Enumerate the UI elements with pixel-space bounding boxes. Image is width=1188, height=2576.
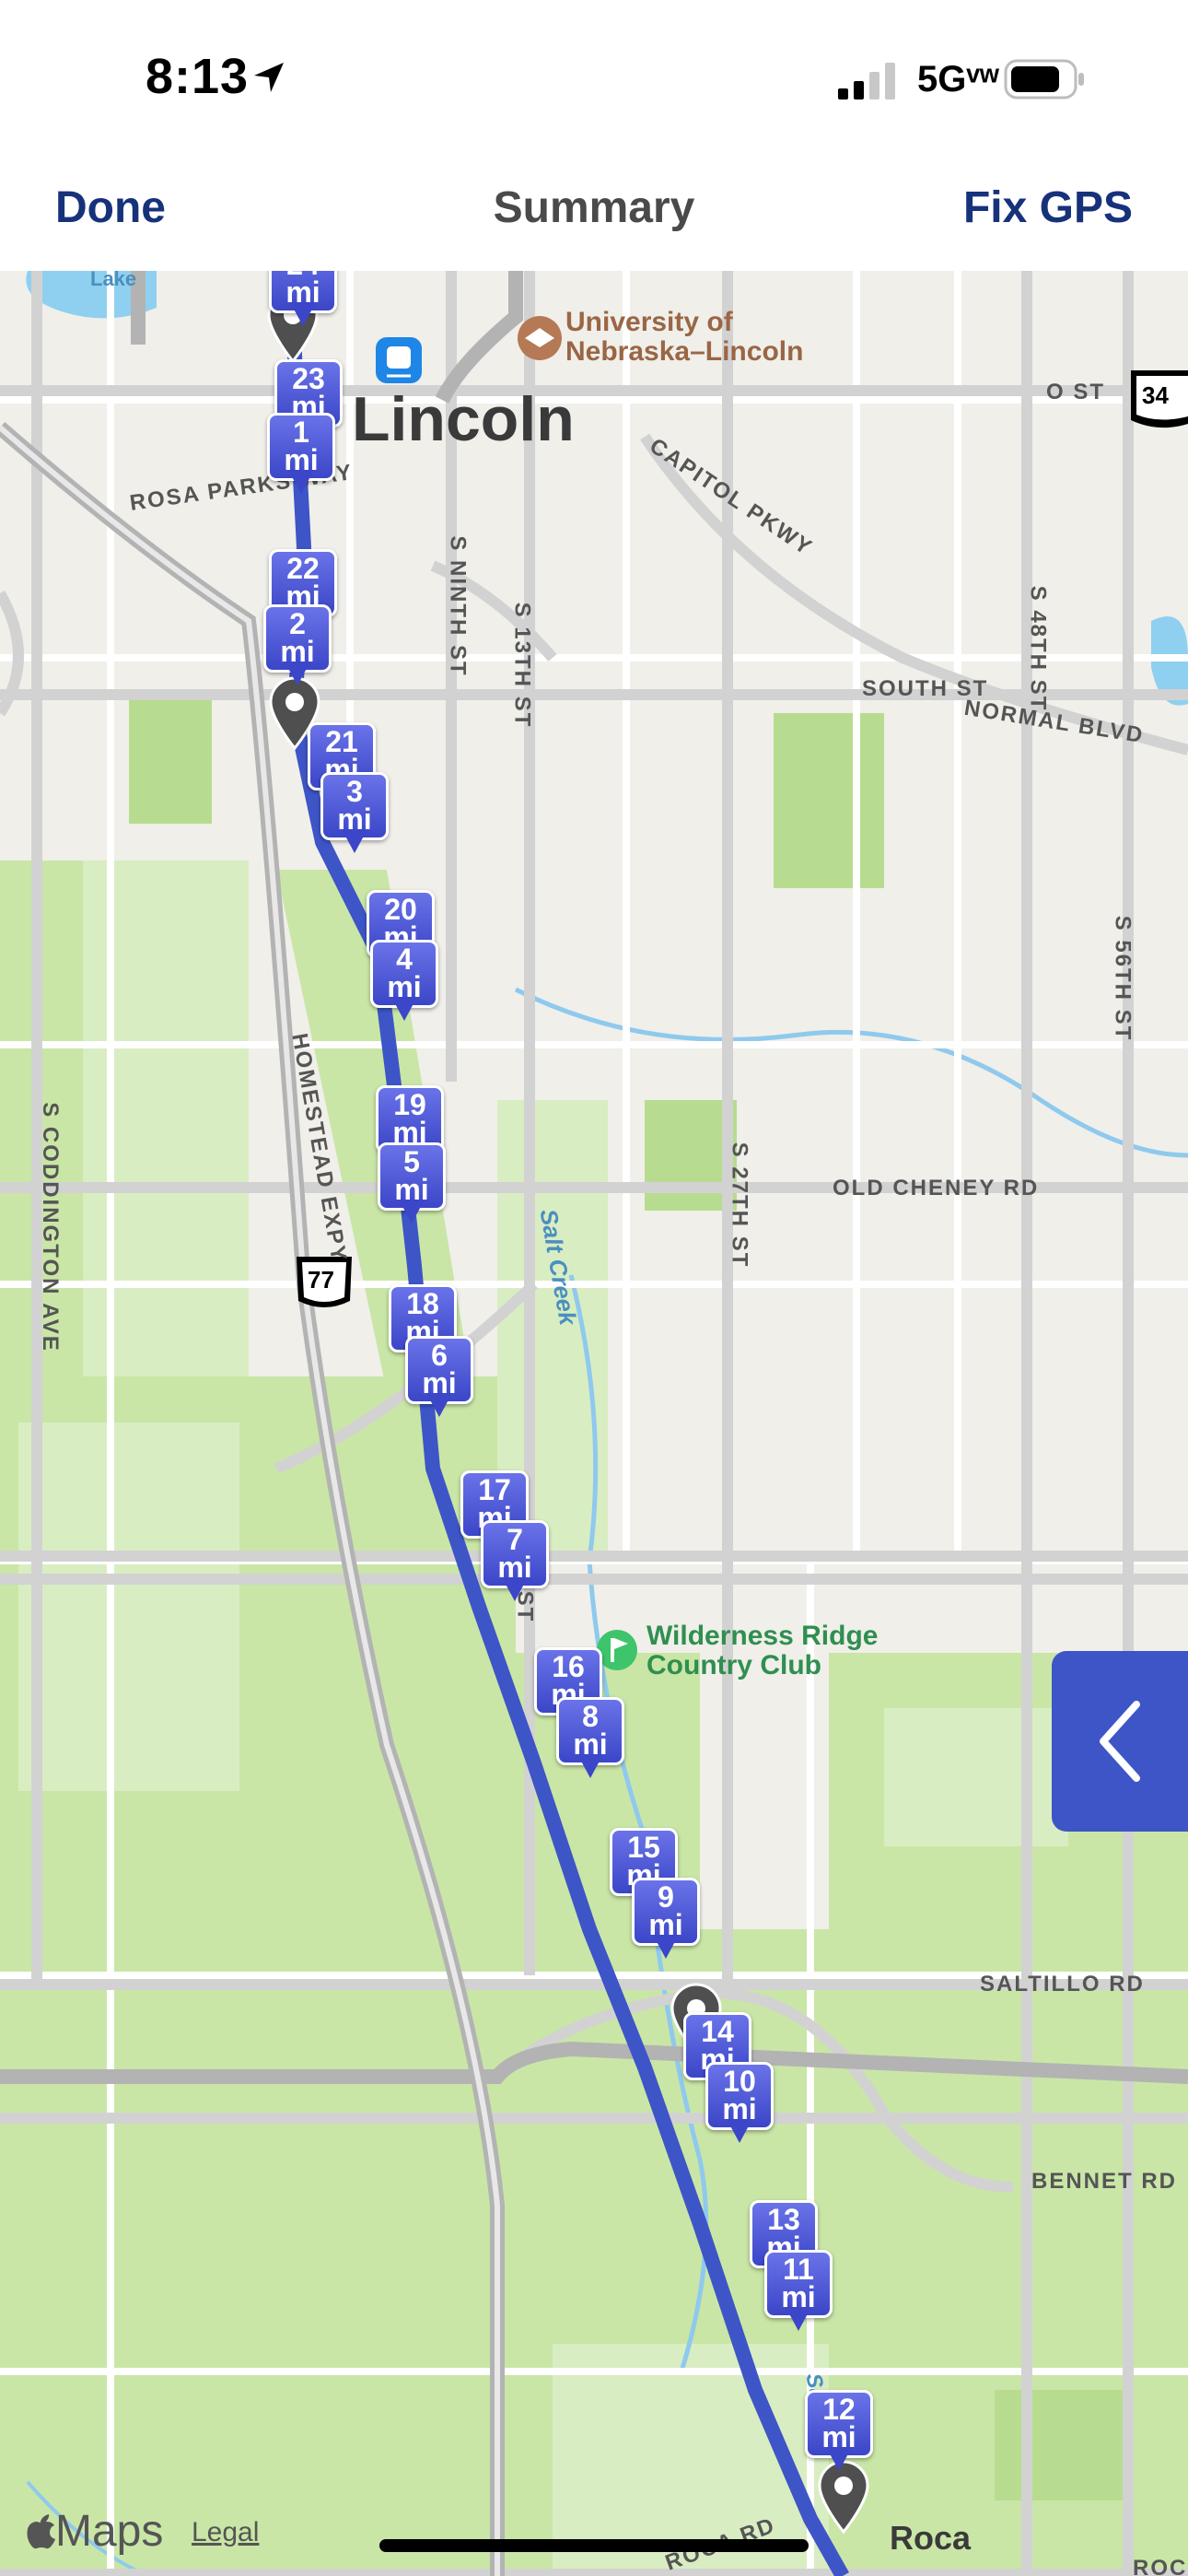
mile-marker[interactable]: 1 mi bbox=[267, 413, 335, 498]
status-time: 8:13 bbox=[146, 49, 250, 104]
lake-label: Lake bbox=[90, 271, 137, 290]
city-label: Lincoln bbox=[352, 384, 575, 454]
network-type: 5Gᵛʷ bbox=[917, 59, 999, 100]
mile-marker[interactable]: 9 mi bbox=[632, 1878, 700, 1962]
train-icon[interactable] bbox=[376, 337, 422, 383]
chevron-left-icon bbox=[1100, 1701, 1140, 1782]
street-label: O ST bbox=[1046, 380, 1106, 404]
mile-marker[interactable]: 7 mi bbox=[481, 1520, 549, 1605]
university-label: University of Nebraska–Lincoln bbox=[565, 307, 804, 367]
map-base bbox=[0, 271, 1188, 2576]
mile-marker[interactable]: 5 mi bbox=[378, 1142, 446, 1227]
mile-marker[interactable]: 4 mi bbox=[370, 940, 438, 1025]
fix-gps-button[interactable]: Fix GPS bbox=[963, 182, 1133, 233]
mile-marker[interactable]: 12 mi bbox=[805, 2390, 873, 2475]
mile-marker[interactable]: 24mi bbox=[269, 271, 337, 330]
us-34-shield-label: 34 bbox=[1142, 381, 1169, 409]
battery-icon bbox=[1004, 59, 1084, 100]
street-label: OLD CHENEY RD bbox=[833, 1176, 1040, 1200]
status-bar: 8:13 5Gᵛʷ bbox=[0, 0, 1188, 147]
street-label: S 27TH ST bbox=[727, 1142, 752, 1269]
town-label: Roca bbox=[890, 2519, 972, 2557]
street-label: BENNET RD bbox=[1031, 2169, 1178, 2194]
mile-marker[interactable]: 8 mi bbox=[556, 1697, 624, 1782]
street-label: S 48TH ST bbox=[1025, 585, 1051, 712]
mile-marker[interactable]: 3 mi bbox=[320, 772, 389, 857]
signal-icon bbox=[838, 63, 895, 100]
street-label: SALTILLO RD bbox=[980, 1972, 1145, 1996]
home-indicator[interactable] bbox=[379, 2539, 809, 2552]
location-arrow-icon bbox=[254, 63, 284, 92]
mile-marker[interactable]: 6 mi bbox=[405, 1336, 473, 1421]
us-77-shield-label: 77 bbox=[308, 1266, 334, 1294]
mile-marker[interactable]: 10 mi bbox=[705, 2062, 774, 2147]
maps-label: Maps bbox=[55, 2507, 164, 2556]
maps-attribution: Maps bbox=[26, 2506, 163, 2557]
street-label: ROCA bbox=[1133, 2556, 1188, 2576]
mile-marker[interactable]: 11 mi bbox=[764, 2250, 833, 2335]
map-view[interactable]: Lake Lincoln University of Nebraska–Linc… bbox=[0, 271, 1188, 2576]
street-label: S CODDINGTON AVE bbox=[37, 1102, 63, 1352]
street-label: S 13TH ST bbox=[509, 602, 535, 729]
golf-label: Wilderness Ridge Country Club bbox=[646, 1621, 879, 1680]
apple-logo-icon bbox=[27, 2514, 55, 2549]
golf-icon[interactable] bbox=[597, 1630, 637, 1670]
navigation-bar: Done Summary Fix GPS bbox=[0, 147, 1188, 272]
legal-link[interactable]: Legal bbox=[192, 2517, 259, 2548]
street-label: S NINTH ST bbox=[445, 535, 471, 677]
mile-marker[interactable]: 2 mi bbox=[263, 604, 332, 689]
street-label: S 56TH ST bbox=[1110, 915, 1136, 1042]
university-icon bbox=[518, 316, 562, 360]
expand-panel-button[interactable] bbox=[1052, 1651, 1188, 1832]
